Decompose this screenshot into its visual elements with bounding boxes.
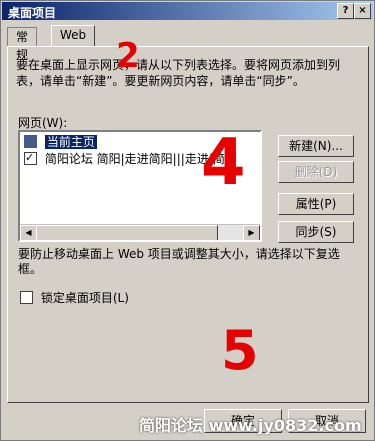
- lock-checkbox-row[interactable]: 锁定桌面项目(L): [20, 289, 129, 306]
- window-title: 桌面项目: [8, 6, 57, 20]
- new-button[interactable]: 新建(N)...: [278, 135, 354, 157]
- checkbox[interactable]: [24, 135, 37, 148]
- desktop-items-dialog: 桌面项目 ? × 常规 Web 要在桌面上显示网页，请从以下列表选择。要将网页添…: [0, 0, 375, 441]
- lock-checkbox-label: 锁定桌面项目(L): [40, 291, 129, 305]
- description-text: 要在桌面上显示网页，请从以下列表选择。要将网页添加到列表，请单击“新建”。要更新…: [16, 58, 341, 88]
- annotation-2: 2: [116, 36, 140, 76]
- properties-button[interactable]: 属性(P): [278, 193, 354, 215]
- scroll-thumb[interactable]: [36, 225, 218, 240]
- watermark: 简阳论坛 www.jy0832.com: [139, 416, 362, 435]
- help-button[interactable]: ?: [337, 3, 354, 19]
- list-item-label: 当前主页: [44, 135, 97, 149]
- tab-general[interactable]: 常规: [7, 27, 38, 62]
- scroll-left-icon[interactable]: ◀: [20, 225, 37, 240]
- tab-web[interactable]: Web: [51, 25, 96, 47]
- close-button[interactable]: ×: [354, 3, 371, 19]
- title-bar: 桌面项目 ? ×: [2, 2, 373, 20]
- sync-button[interactable]: 同步(S): [278, 221, 354, 243]
- list-item[interactable]: 当前主页: [24, 135, 97, 150]
- annotation-5: 5: [221, 319, 259, 382]
- list-label: 网页(W):: [18, 116, 68, 130]
- lock-description: 要防止移动桌面上 Web 项目或调整其大小，请选择以下复选框。: [18, 247, 340, 276]
- annotation-4: 4: [201, 126, 246, 200]
- web-tab-panel: 要在桌面上显示网页，请从以下列表选择。要将网页添加到列表，请单击“新建”。要更新…: [7, 46, 369, 403]
- delete-button[interactable]: 删除(D): [278, 161, 354, 183]
- horizontal-scrollbar[interactable]: ◀ ▶: [20, 224, 260, 240]
- checkbox[interactable]: [24, 150, 37, 165]
- scroll-right-icon[interactable]: ▶: [243, 225, 260, 240]
- checkbox[interactable]: [20, 291, 33, 304]
